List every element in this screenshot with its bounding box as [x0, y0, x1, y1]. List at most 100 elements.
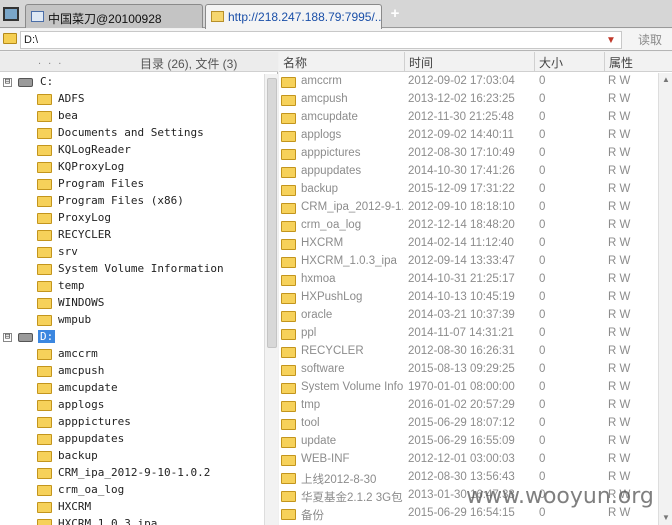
file-row[interactable]: tool 2015-06-29 18:07:12 0 R W	[279, 415, 658, 433]
tree-folder-item[interactable]: temp	[0, 278, 264, 295]
drive-node[interactable]: ⊟ C:	[0, 74, 264, 91]
tree-folder-item[interactable]: amccrm	[0, 346, 264, 363]
file-row[interactable]: CRM_ipa_2012-9-1... 2012-09-10 18:18:10 0 R…	[279, 199, 658, 217]
read-button[interactable]: 读取	[628, 31, 672, 49]
tree-folder-item[interactable]: Program Files	[0, 176, 264, 193]
tree-scrollbar[interactable]	[264, 74, 278, 525]
file-row[interactable]: oracle 2014-03-21 10:37:39 0 R W	[279, 307, 658, 325]
file-time: 2012-12-14 18:48:20	[408, 219, 515, 231]
drive-label: D:	[38, 330, 56, 343]
folder-icon	[37, 349, 52, 360]
scroll-down-icon[interactable]: ▼	[661, 513, 671, 523]
folder-icon	[37, 315, 52, 326]
collapse-icon[interactable]: ⊟	[3, 78, 12, 87]
tab-caidao[interactable]: 中国菜刀@20100928	[25, 4, 203, 28]
file-row[interactable]: backup 2015-12-09 17:31:22 0 R W	[279, 181, 658, 199]
file-time: 2012-08-30 16:26:31	[408, 345, 515, 357]
file-row[interactable]: amcpush 2013-12-02 16:23:25 0 R W	[279, 91, 658, 109]
folder-icon	[281, 95, 296, 106]
file-row[interactable]: WEB-INF 2012-12-01 03:00:03 0 R W	[279, 451, 658, 469]
file-size: 0	[539, 417, 546, 429]
folder-icon	[37, 145, 52, 156]
file-row[interactable]: update 2015-06-29 16:55:09 0 R W	[279, 433, 658, 451]
tree-folder-item[interactable]: backup	[0, 448, 264, 465]
parent-dir-dots[interactable]: . . .	[38, 55, 63, 67]
file-row[interactable]: tmp 2016-01-02 20:57:29 0 R W	[279, 397, 658, 415]
file-row[interactable]: ppl 2014-11-07 14:31:21 0 R W	[279, 325, 658, 343]
file-row[interactable]: System Volume Info... 1970-01-01 08:00:00…	[279, 379, 658, 397]
file-attr: R W	[608, 237, 631, 249]
column-time[interactable]: 时间	[409, 54, 433, 71]
drive-node[interactable]: ⊟ D:	[0, 329, 264, 346]
file-row[interactable]: amcupdate 2012-11-30 21:25:48 0 R W	[279, 109, 658, 127]
file-row[interactable]: applogs 2012-09-02 14:40:11 0 R W	[279, 127, 658, 145]
tree-folder-item[interactable]: amcpush	[0, 363, 264, 380]
file-attr: R W	[608, 183, 631, 195]
tree-folder-item[interactable]: wmpub	[0, 312, 264, 329]
scrollbar-thumb[interactable]	[267, 78, 277, 348]
tree-folder-item[interactable]: appupdates	[0, 431, 264, 448]
tree-folder-item[interactable]: crm_oa_log	[0, 482, 264, 499]
tree-folder-item[interactable]: bea	[0, 108, 264, 125]
file-row[interactable]: hxmoa 2014-10-31 21:25:17 0 R W	[279, 271, 658, 289]
tree-folder-item[interactable]: Documents and Settings	[0, 125, 264, 142]
file-size: 0	[539, 435, 546, 447]
file-size: 0	[539, 399, 546, 411]
tab-remote-url[interactable]: http://218.247.188.79:7995/...	[205, 4, 382, 29]
tab-bar: 中国菜刀@20100928 http://218.247.188.79:7995…	[0, 0, 672, 29]
file-row[interactable]: HXCRM_1.0.3_ipa 2012-09-14 13:33:47 0 R W	[279, 253, 658, 271]
column-name[interactable]: 名称	[283, 54, 307, 71]
tree-folder-item[interactable]: ADFS	[0, 91, 264, 108]
tree-folder-item[interactable]: CRM_ipa_2012-9-10-1.0.2	[0, 465, 264, 482]
tree-folder-item[interactable]: KQProxyLog	[0, 159, 264, 176]
folder-icon	[281, 455, 296, 466]
file-name: hxmoa	[301, 273, 336, 285]
file-row[interactable]: crm_oa_log 2012-12-14 18:48:20 0 R W	[279, 217, 658, 235]
file-row[interactable]: software 2015-08-13 09:29:25 0 R W	[279, 361, 658, 379]
tree-folder-item[interactable]: applogs	[0, 397, 264, 414]
tree-folder-item[interactable]: Program Files (x86)	[0, 193, 264, 210]
collapse-icon[interactable]: ⊟	[3, 333, 12, 342]
file-name: backup	[301, 183, 339, 195]
file-size: 0	[539, 345, 546, 357]
tree-folder-item[interactable]: WINDOWS	[0, 295, 264, 312]
file-name: applogs	[301, 129, 342, 141]
file-list-scrollbar[interactable]: ▲ ▼	[658, 73, 672, 525]
folder-icon	[281, 113, 296, 124]
file-attr: R W	[608, 471, 631, 483]
tree-folder-item[interactable]: HXCRM_1.0.3_ipa	[0, 516, 264, 525]
folder-icon	[37, 298, 52, 309]
chevron-down-icon[interactable]: ▼	[606, 35, 616, 46]
add-tab-button[interactable]: +	[387, 6, 403, 22]
tab-label: 中国菜刀@20100928	[48, 12, 162, 26]
directory-tree-panel: . . . 目录 (26), 文件 (3) ⊟ C: ADFS bea Document…	[0, 52, 278, 525]
file-name: update	[301, 435, 337, 447]
folder-label: RECYCLER	[58, 228, 111, 241]
tree-folder-item[interactable]: System Volume Information	[0, 261, 264, 278]
tree-folder-item[interactable]: HXCRM	[0, 499, 264, 516]
tree-folder-item[interactable]: apppictures	[0, 414, 264, 431]
file-row[interactable]: appupdates 2014-10-30 17:41:26 0 R W	[279, 163, 658, 181]
column-attr[interactable]: 属性	[609, 54, 633, 71]
file-attr: R W	[608, 309, 631, 321]
folder-icon	[281, 509, 296, 520]
file-row[interactable]: HXPushLog 2014-10-13 10:45:19 0 R W	[279, 289, 658, 307]
folder-icon	[281, 347, 296, 358]
file-row[interactable]: RECYCLER 2012-08-30 16:26:31 0 R W	[279, 343, 658, 361]
file-row[interactable]: amccrm 2012-09-02 17:03:04 0 R W	[279, 73, 658, 91]
file-row[interactable]: apppictures 2012-08-30 17:10:49 0 R W	[279, 145, 658, 163]
app-window-icon	[3, 7, 19, 21]
tree-folder-item[interactable]: amcupdate	[0, 380, 264, 397]
file-time: 2016-01-02 20:57:29	[408, 399, 515, 411]
folder-icon	[281, 203, 296, 214]
tree-folder-item[interactable]: ProxyLog	[0, 210, 264, 227]
path-input[interactable]: D:\	[20, 31, 622, 49]
tree-folder-item[interactable]: KQLogReader	[0, 142, 264, 159]
tree-folder-item[interactable]: srv	[0, 244, 264, 261]
tree-folder-item[interactable]: RECYCLER	[0, 227, 264, 244]
file-attr: R W	[608, 129, 631, 141]
column-size[interactable]: 大小	[539, 54, 563, 71]
file-row[interactable]: HXCRM 2014-02-14 11:12:40 0 R W	[279, 235, 658, 253]
scroll-up-icon[interactable]: ▲	[661, 75, 671, 85]
folder-icon	[37, 434, 52, 445]
